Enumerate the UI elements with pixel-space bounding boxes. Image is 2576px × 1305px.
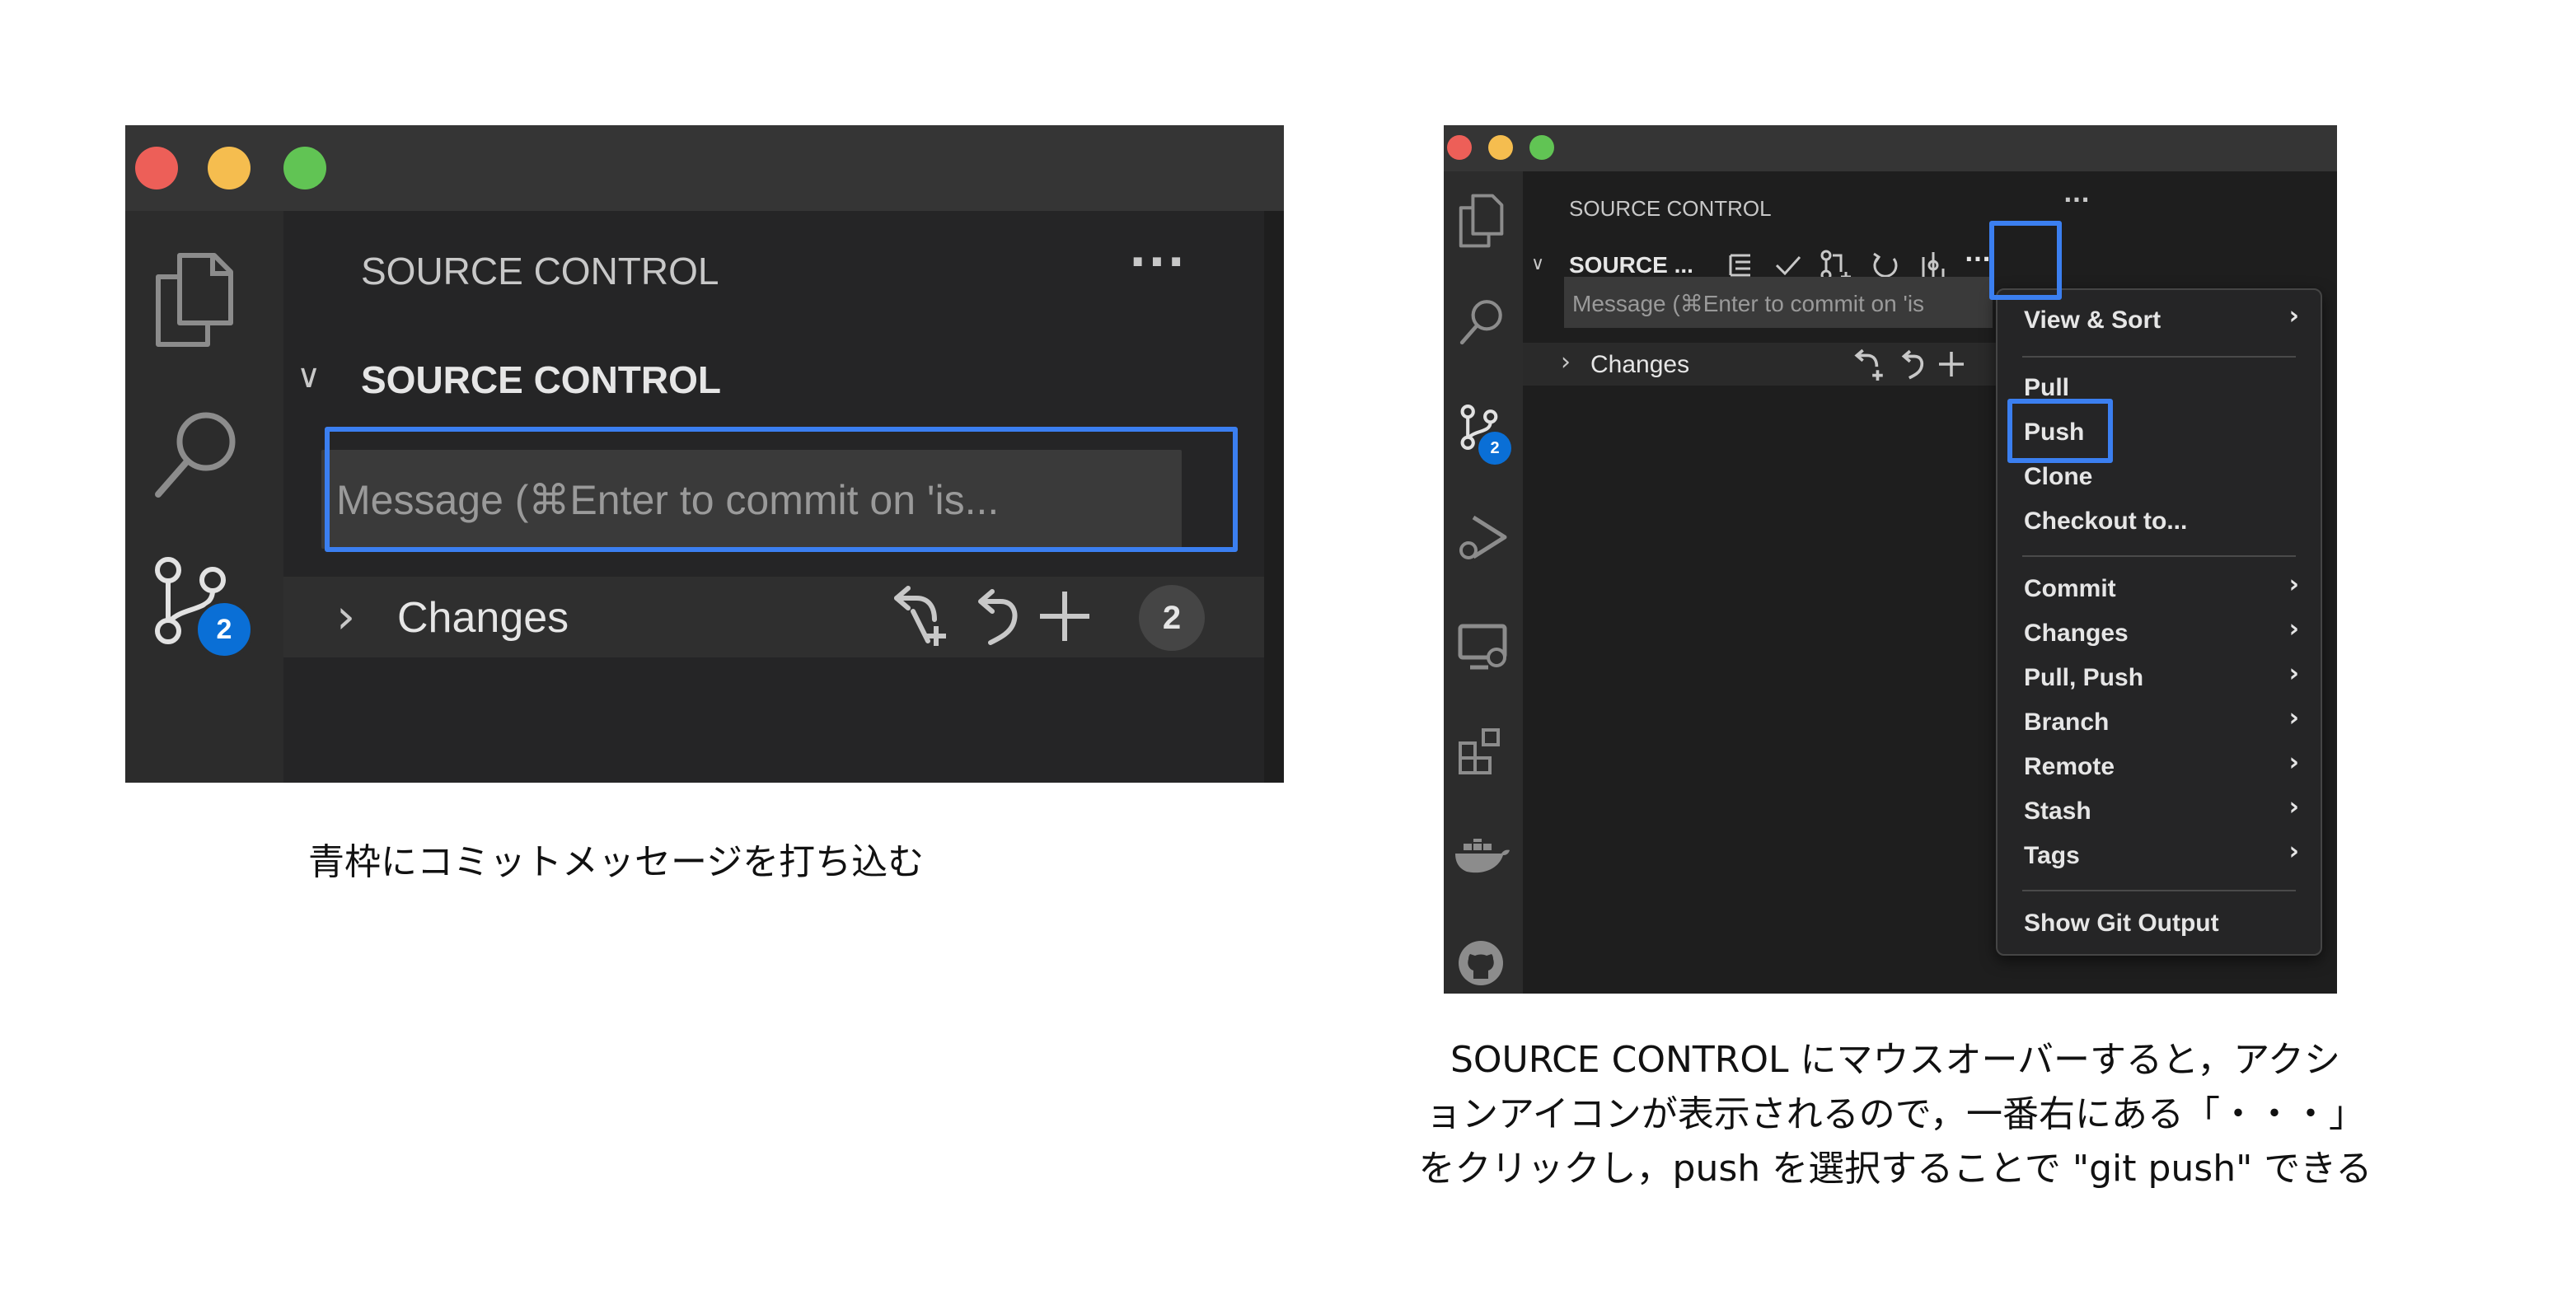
- menu-item-remote[interactable]: Remote: [2024, 753, 2115, 781]
- view-as-tree-icon[interactable]: [1726, 250, 1755, 280]
- scm-badge: 2: [194, 600, 254, 659]
- chevron-right-icon: ›: [2288, 570, 2299, 599]
- changes-count-badge: 2: [1139, 585, 1205, 651]
- github-icon[interactable]: [1455, 938, 1506, 989]
- menu-item-show-git-output[interactable]: Show Git Output: [2024, 910, 2219, 938]
- menu-item-commit[interactable]: Commit: [2024, 575, 2116, 603]
- changes-chevron[interactable]: ›: [1561, 348, 1571, 377]
- changes-label: Changes: [1590, 351, 1690, 378]
- more-actions-button[interactable]: ···: [1129, 236, 1187, 289]
- menu-separator: [2022, 356, 2296, 358]
- zoom-button[interactable]: [283, 147, 326, 189]
- menu-item-branch[interactable]: Branch: [2024, 709, 2109, 737]
- more-actions-button[interactable]: ···: [1965, 246, 1991, 273]
- chevron-right-icon: ›: [2288, 302, 2299, 330]
- explorer-icon[interactable]: [148, 250, 239, 349]
- right-window: 2 SOURCE CONTROL ··· ∨ SOURCE ... ··· Me…: [1444, 125, 2337, 994]
- chevron-right-icon: ›: [2288, 793, 2299, 821]
- chevron-right-icon: ›: [2288, 615, 2299, 643]
- chevron-right-icon: ›: [2288, 704, 2299, 732]
- menu-item-pull-push[interactable]: Pull, Push: [2024, 664, 2143, 692]
- changes-label: Changes: [397, 594, 569, 642]
- push-highlight-box: [2007, 399, 2113, 463]
- section-title[interactable]: SOURCE ...: [1569, 252, 1693, 278]
- panel-more-button[interactable]: ···: [2063, 186, 2090, 213]
- close-button[interactable]: [1447, 135, 1472, 160]
- panel-title: SOURCE CONTROL: [361, 250, 719, 292]
- activity-bar: 2: [1444, 171, 1523, 994]
- message-highlight-box: [325, 427, 1238, 552]
- menu-item-view-sort[interactable]: View & Sort: [2024, 306, 2161, 334]
- activity-bar: 2: [125, 211, 283, 783]
- changes-chevron[interactable]: ›: [336, 588, 355, 644]
- explorer-icon[interactable]: [1455, 193, 1506, 249]
- section-chevron[interactable]: ∨: [297, 358, 321, 395]
- menu-separator: [2022, 890, 2296, 891]
- stage-all-icon[interactable]: [1937, 349, 1966, 379]
- run-debug-icon[interactable]: [1455, 511, 1510, 565]
- changes-row[interactable]: › Changes: [1523, 343, 2017, 386]
- stage-all-icon[interactable]: [1035, 587, 1094, 646]
- refresh-icon[interactable]: [1871, 250, 1900, 280]
- right-caption-line-1: SOURCE CONTROL にマウスオーバーすると，アクシ: [1450, 1039, 2341, 1081]
- open-changes-icon[interactable]: [888, 583, 954, 649]
- chevron-right-icon: ›: [2288, 748, 2299, 777]
- minimize-button[interactable]: [208, 147, 251, 189]
- chevron-right-icon: ›: [2288, 837, 2299, 866]
- chevron-right-icon: ›: [2288, 659, 2299, 688]
- left-caption: 青枠にコミットメッセージを打ち込む: [308, 841, 925, 883]
- section-chevron[interactable]: ∨: [1531, 254, 1544, 274]
- left-titlebar: [125, 125, 1284, 211]
- menu-item-checkout[interactable]: Checkout to...: [2024, 508, 2187, 536]
- more-actions-menu: View & Sort › Pull Push Clone Checkout t…: [1996, 288, 2322, 956]
- panel-title: SOURCE CONTROL: [1569, 196, 1772, 221]
- minimize-button[interactable]: [1488, 135, 1513, 160]
- scm-badge: 2: [1478, 432, 1511, 465]
- commit-check-icon[interactable]: [1773, 250, 1803, 280]
- docker-icon[interactable]: [1452, 839, 1511, 878]
- search-icon[interactable]: [1457, 297, 1508, 348]
- menu-item-tags[interactable]: Tags: [2024, 842, 2080, 870]
- discard-changes-icon[interactable]: [1899, 348, 1927, 382]
- open-changes-icon[interactable]: [1852, 348, 1887, 382]
- commit-message-input[interactable]: Message (⌘Enter to commit on 'is: [1564, 277, 1993, 328]
- right-caption-line-2: ョンアイコンが表示されるので，一番右にある「・・・」: [1425, 1093, 2366, 1135]
- message-placeholder: Message (⌘Enter to commit on 'is: [1572, 291, 1925, 316]
- menu-item-changes[interactable]: Changes: [2024, 620, 2129, 648]
- remote-explorer-icon[interactable]: [1455, 621, 1510, 672]
- discard-changes-icon[interactable]: [971, 585, 1023, 651]
- close-button[interactable]: [135, 147, 178, 189]
- menu-item-stash[interactable]: Stash: [2024, 798, 2091, 826]
- extensions-icon[interactable]: [1455, 725, 1506, 776]
- menu-item-clone[interactable]: Clone: [2024, 463, 2092, 491]
- section-title[interactable]: SOURCE CONTROL: [361, 358, 721, 402]
- zoom-button[interactable]: [1529, 135, 1554, 160]
- search-icon[interactable]: [148, 405, 247, 504]
- menu-item-pull[interactable]: Pull: [2024, 374, 2069, 402]
- changes-row[interactable]: › Changes: [283, 577, 1264, 657]
- right-titlebar: [1444, 125, 2337, 171]
- menu-separator: [2022, 555, 2296, 557]
- more-actions-highlight-box: [1989, 221, 2062, 300]
- right-caption-line-3: をクリックし，push を選択することで "git push" できる: [1418, 1148, 2372, 1190]
